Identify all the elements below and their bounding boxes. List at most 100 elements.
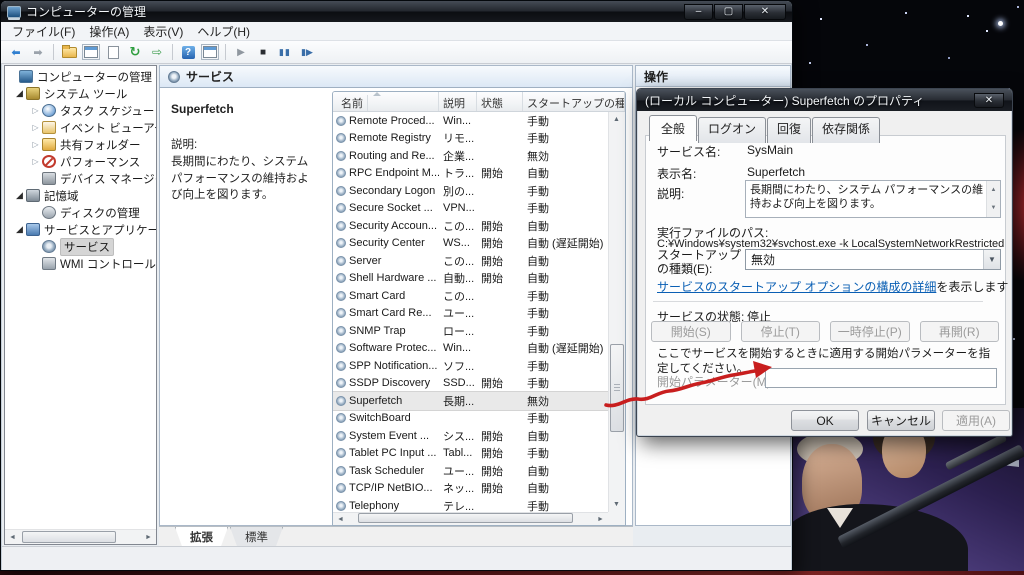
window-titlebar[interactable]: コンピューターの管理 – ▢ ✕ bbox=[1, 1, 792, 22]
service-row[interactable]: SSDP Discovery SSD... 開始 手動 bbox=[333, 375, 608, 393]
scroll-right-icon[interactable]: ► bbox=[141, 530, 156, 545]
apply-button[interactable]: 適用(A) bbox=[942, 410, 1010, 431]
ok-button[interactable]: OK bbox=[791, 410, 859, 431]
service-row[interactable]: Security Accoun... この... 開始 自動 bbox=[333, 217, 608, 235]
scrollbar-thumb[interactable] bbox=[357, 512, 574, 523]
tree-item-services[interactable]: サービス bbox=[5, 237, 156, 256]
list-horizontal-scrollbar[interactable]: ◄ ► bbox=[333, 512, 608, 525]
show-console-tree-icon[interactable] bbox=[81, 43, 101, 62]
service-row[interactable]: System Event ... シス... 開始 自動 bbox=[333, 427, 608, 445]
close-button[interactable]: ✕ bbox=[744, 3, 786, 20]
tree-item-performance[interactable]: ▷ パフォーマンス bbox=[5, 153, 156, 170]
column-header-status[interactable]: 状態 bbox=[477, 92, 523, 111]
tree-item-task-scheduler[interactable]: ▷ タスク スケジューラ bbox=[5, 102, 156, 119]
list-vertical-scrollbar[interactable]: ▲ ▼ bbox=[608, 112, 625, 512]
restart-service-icon[interactable]: ▮▶ bbox=[297, 43, 317, 62]
minimize-button[interactable]: – bbox=[684, 3, 713, 20]
expander-expanded-icon[interactable]: ◢ bbox=[13, 88, 26, 99]
column-header-startup-type[interactable]: スタートアップの種類 bbox=[523, 92, 625, 111]
menu-view[interactable]: 表示(V) bbox=[136, 22, 190, 41]
service-row[interactable]: SwitchBoard 手動 bbox=[333, 410, 608, 428]
service-row[interactable]: Shell Hardware ... 自動... 開始 自動 bbox=[333, 270, 608, 288]
service-row[interactable]: Smart Card この... 手動 bbox=[333, 287, 608, 305]
service-row[interactable]: Secondary Logon 別の... 手動 bbox=[333, 182, 608, 200]
tab-logon[interactable]: ログオン bbox=[698, 117, 767, 143]
expander-expanded-icon[interactable]: ◢ bbox=[13, 224, 26, 235]
scroll-left-icon[interactable]: ◄ bbox=[5, 530, 20, 545]
tree-item-disk-management[interactable]: ディスクの管理 bbox=[5, 204, 156, 221]
service-row[interactable]: Remote Proced... Win... 手動 bbox=[333, 112, 608, 130]
pause-button[interactable]: 一時停止(P) bbox=[830, 321, 910, 342]
pause-service-icon[interactable]: ▮▮ bbox=[275, 43, 295, 62]
stop-service-icon[interactable]: ■ bbox=[253, 43, 273, 62]
dialog-close-icon[interactable]: ✕ bbox=[974, 92, 1004, 108]
service-row[interactable]: SPP Notification... ソフ... 手動 bbox=[333, 357, 608, 375]
export-list-icon[interactable]: ⇨ bbox=[147, 43, 167, 62]
scroll-up-icon[interactable]: ▲ bbox=[991, 183, 997, 197]
tree-item-storage[interactable]: ◢ 記憶域 bbox=[5, 187, 156, 204]
dialog-titlebar[interactable]: (ローカル コンピューター) Superfetch のプロパティ ✕ bbox=[637, 89, 1012, 111]
back-icon[interactable]: ⬅ bbox=[6, 43, 26, 62]
service-row[interactable]: Server この... 開始 自動 bbox=[333, 252, 608, 270]
column-header-description[interactable]: 説明 bbox=[439, 92, 477, 111]
scrollbar-thumb[interactable] bbox=[610, 344, 624, 432]
expander-expanded-icon[interactable]: ◢ bbox=[13, 190, 26, 201]
maximize-button[interactable]: ▢ bbox=[714, 3, 743, 20]
dialog-description-box[interactable]: 長期間にわたり、システム パフォーマンスの維持および向上を図ります。 ▲ ▼ bbox=[745, 180, 1001, 218]
tab-recovery[interactable]: 回復 bbox=[767, 117, 812, 143]
menu-help[interactable]: ヘルプ(H) bbox=[190, 22, 257, 41]
expander-collapsed-icon[interactable]: ▷ bbox=[29, 140, 42, 149]
start-parameters-input[interactable] bbox=[765, 368, 997, 388]
tree-item-device-manager[interactable]: デバイス マネージャー bbox=[5, 170, 156, 187]
column-header-name[interactable]: 名前 bbox=[333, 92, 439, 111]
service-row[interactable]: Tablet PC Input ... Tabl... 開始 手動 bbox=[333, 445, 608, 463]
tab-dependencies[interactable]: 依存関係 bbox=[812, 117, 881, 143]
tree-item-shared-folders[interactable]: ▷ 共有フォルダー bbox=[5, 136, 156, 153]
refresh-icon[interactable]: ↻ bbox=[125, 43, 145, 62]
cancel-button[interactable]: キャンセル bbox=[867, 410, 935, 431]
expander-collapsed-icon[interactable]: ▷ bbox=[29, 157, 42, 166]
scroll-up-icon[interactable]: ▲ bbox=[609, 112, 624, 127]
tab-general[interactable]: 全般 bbox=[649, 115, 698, 141]
tree-item-wmi-control[interactable]: WMI コントロール bbox=[5, 255, 156, 272]
tree-item-services-and-applications[interactable]: ◢ サービスとアプリケーショ bbox=[5, 221, 156, 238]
expander-collapsed-icon[interactable]: ▷ bbox=[29, 123, 42, 132]
service-row[interactable]: Secure Socket ... VPN... 手動 bbox=[333, 200, 608, 218]
service-row-superfetch-selected[interactable]: Superfetch 長期... 無効 bbox=[333, 391, 608, 411]
chevron-down-icon[interactable]: ▼ bbox=[983, 250, 1000, 269]
service-row[interactable]: TCP/IP NetBIO... ネッ... 開始 自動 bbox=[333, 480, 608, 498]
up-folder-icon[interactable] bbox=[59, 43, 79, 62]
show-action-pane-icon[interactable] bbox=[200, 43, 220, 62]
service-row[interactable]: Remote Registry リモ... 手動 bbox=[333, 130, 608, 148]
tree-item-event-viewer[interactable]: ▷ イベント ビューアー bbox=[5, 119, 156, 136]
service-row[interactable]: RPC Endpoint M... トラ... 開始 自動 bbox=[333, 165, 608, 183]
service-row[interactable]: Security Center WS... 開始 自動 (遅延開始) bbox=[333, 235, 608, 253]
start-service-icon[interactable]: ▶ bbox=[231, 43, 251, 62]
service-row[interactable]: Telephony テレ... 手動 bbox=[333, 497, 608, 512]
scroll-left-icon[interactable]: ◄ bbox=[333, 512, 348, 526]
textarea-scrollbar[interactable]: ▲ ▼ bbox=[986, 181, 1000, 217]
service-row[interactable]: SNMP Trap ロー... 手動 bbox=[333, 322, 608, 340]
service-row[interactable]: Smart Card Re... ユー... 手動 bbox=[333, 305, 608, 323]
scroll-down-icon[interactable]: ▼ bbox=[609, 497, 624, 512]
menu-file[interactable]: ファイル(F) bbox=[5, 22, 82, 41]
properties-icon[interactable] bbox=[103, 43, 123, 62]
menu-action[interactable]: 操作(A) bbox=[82, 22, 136, 41]
start-button[interactable]: 開始(S) bbox=[651, 321, 731, 342]
stop-button[interactable]: 停止(T) bbox=[740, 321, 820, 342]
service-row[interactable]: Software Protec... Win... 自動 (遅延開始) bbox=[333, 340, 608, 358]
help-icon[interactable]: ? bbox=[178, 43, 198, 62]
startup-type-dropdown[interactable]: 無効 ▼ bbox=[745, 249, 1001, 270]
tree-horizontal-scrollbar[interactable]: ◄ ► bbox=[5, 529, 156, 544]
tree-item-root[interactable]: コンピューターの管理 (ローカ bbox=[5, 68, 156, 85]
service-row[interactable]: Task Scheduler ユー... 開始 自動 bbox=[333, 462, 608, 480]
forward-icon[interactable]: ➡ bbox=[28, 43, 48, 62]
startup-options-link[interactable]: サービスのスタートアップ オプションの構成の詳細 bbox=[657, 280, 936, 294]
scroll-right-icon[interactable]: ► bbox=[593, 512, 608, 526]
scrollbar-thumb[interactable] bbox=[22, 530, 117, 543]
expander-collapsed-icon[interactable]: ▷ bbox=[29, 106, 42, 115]
tree-item-system-tools[interactable]: ◢ システム ツール bbox=[5, 85, 156, 102]
resume-button[interactable]: 再開(R) bbox=[919, 321, 999, 342]
scroll-down-icon[interactable]: ▼ bbox=[991, 201, 997, 215]
service-row[interactable]: Routing and Re... 企業... 無効 bbox=[333, 147, 608, 165]
